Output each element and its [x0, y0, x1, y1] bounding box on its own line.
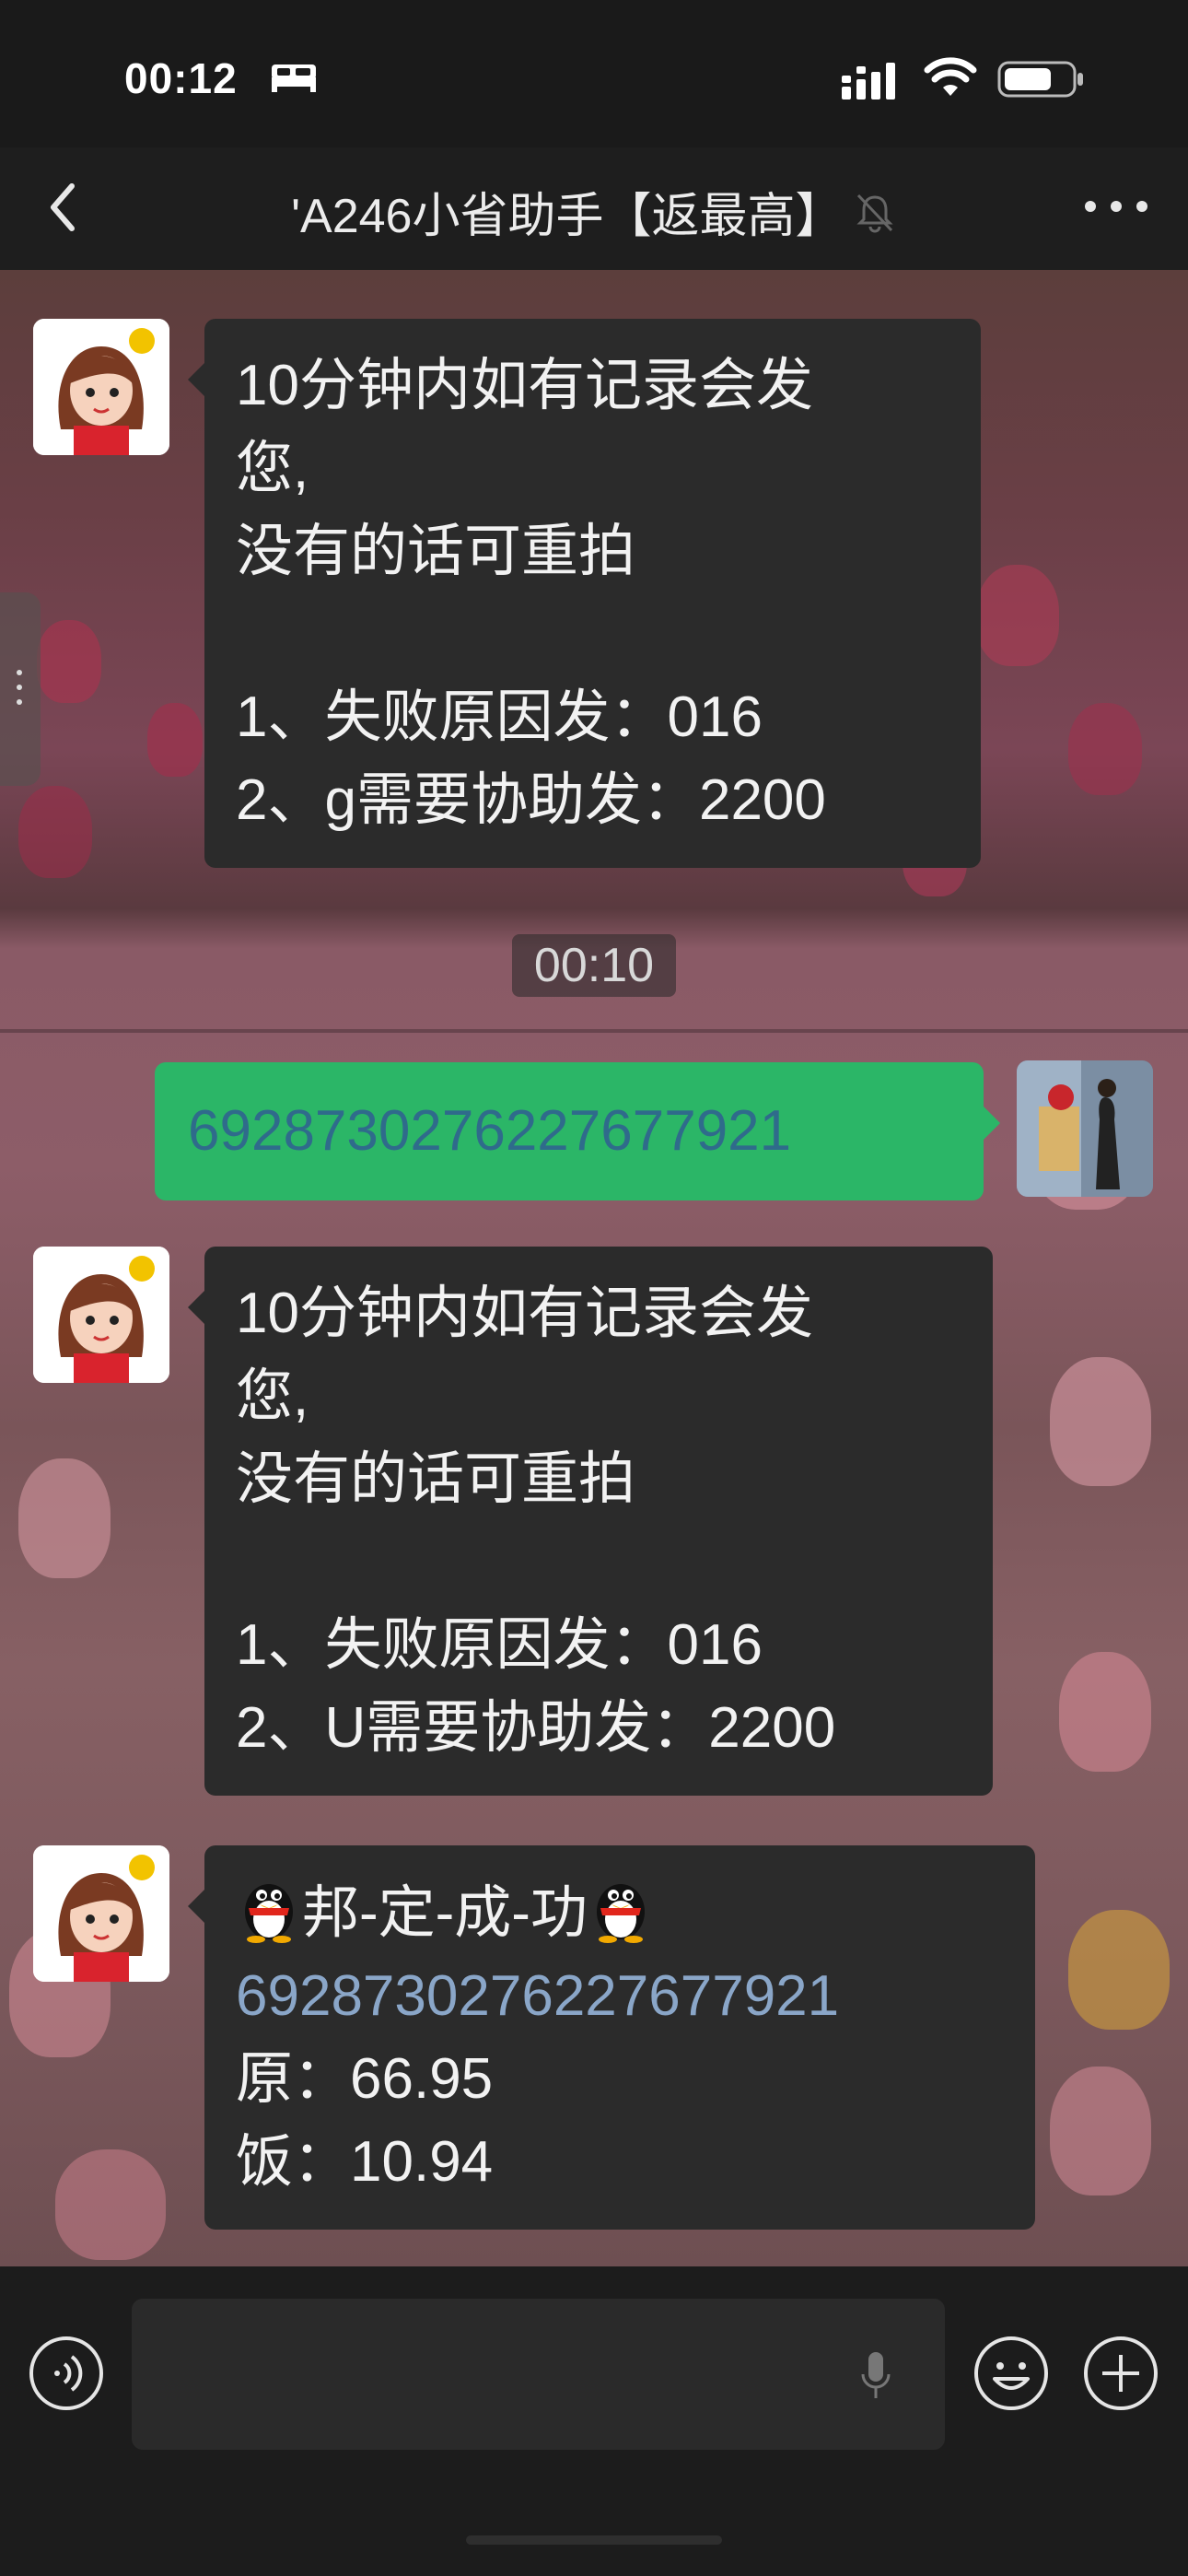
- message-line: 没有的话可重拍: [236, 1447, 636, 1511]
- microphone-icon[interactable]: [859, 2350, 892, 2402]
- message-title-line: 邦-定-成-功: [236, 1871, 1004, 1955]
- message-timestamp: 00:10: [512, 934, 676, 997]
- message-line: 2、g需要协助发：2200: [236, 768, 826, 832]
- background-divider: [0, 1029, 1188, 1033]
- message-line: 10分钟内如有记录会发: [236, 1282, 813, 1345]
- message-line: 10分钟内如有记录会发: [236, 354, 813, 417]
- message-line: 没有的话可重拍: [236, 520, 636, 583]
- message-line: 您,: [236, 1364, 309, 1428]
- message-line: 原：66.95: [236, 2047, 494, 2111]
- message-line: [236, 593, 949, 676]
- side-drawer-handle[interactable]: [0, 592, 41, 786]
- message-link[interactable]: 6928730276227677921: [236, 1955, 1004, 2038]
- chat-title: 'A246小省助手【返最高】: [291, 190, 844, 243]
- message-line: 1、失败原因发：016: [236, 1613, 763, 1677]
- message-title: 邦-定-成-功: [302, 1881, 588, 1945]
- contact-avatar[interactable]: [33, 319, 169, 455]
- voice-input-icon[interactable]: [28, 2335, 105, 2412]
- contact-avatar[interactable]: [33, 1845, 169, 1982]
- message-line: 饭：10.94: [236, 2130, 494, 2194]
- home-indicator: [466, 2535, 722, 2545]
- chat-message-list[interactable]: 10分钟内如有记录会发 您, 没有的话可重拍 1、失败原因发：016 2、g需要…: [0, 270, 1188, 2266]
- message-input[interactable]: [132, 2299, 945, 2450]
- more-options-icon[interactable]: [1081, 188, 1151, 225]
- message-bubble-outgoing[interactable]: 6928730276227677921: [155, 1062, 1000, 1200]
- photo-avatar-icon: [1017, 1060, 1153, 1197]
- wifi-icon: [924, 57, 977, 96]
- status-bar: 00:12: [0, 0, 1188, 147]
- contact-avatar[interactable]: [33, 1247, 169, 1383]
- status-time: 00:12: [124, 54, 238, 102]
- cartoon-girl-avatar-icon: [33, 1845, 169, 1982]
- message-bubble-incoming[interactable]: 10分钟内如有记录会发 您, 没有的话可重拍 1、失败原因发：016 2、U需要…: [188, 1247, 993, 1796]
- cellular-signal-icon: [842, 63, 895, 100]
- message-text: 6928730276227677921: [188, 1099, 792, 1163]
- back-chevron-icon[interactable]: [41, 175, 87, 240]
- message-bubble-incoming[interactable]: 10分钟内如有记录会发 您, 没有的话可重拍 1、失败原因发：016 2、g需要…: [188, 319, 981, 868]
- my-avatar[interactable]: [1017, 1060, 1153, 1197]
- emoji-icon[interactable]: [973, 2335, 1050, 2412]
- qq-penguin-icon: [596, 1884, 645, 1943]
- chat-input-bar: [0, 2266, 1188, 2576]
- add-attachment-icon[interactable]: [1082, 2335, 1159, 2412]
- chat-title-wrap[interactable]: 'A246小省助手【返最高】: [166, 177, 1022, 243]
- sleep-focus-icon: [272, 64, 316, 92]
- qq-penguin-icon: [245, 1884, 293, 1943]
- message-bubble-incoming[interactable]: 邦-定-成-功 6928730276227677921 原：66.95 饭：10…: [188, 1845, 1035, 2230]
- chat-header: 'A246小省助手【返最高】: [0, 147, 1188, 270]
- cartoon-girl-avatar-icon: [33, 1247, 169, 1383]
- message-line: 您,: [236, 437, 309, 500]
- message-line: 2、U需要协助发：2200: [236, 1696, 836, 1760]
- battery-icon: [997, 61, 1083, 98]
- mute-bell-icon: [856, 193, 893, 232]
- message-line: 1、失败原因发：016: [236, 685, 763, 749]
- cartoon-girl-avatar-icon: [33, 319, 169, 455]
- message-line: [236, 1521, 961, 1604]
